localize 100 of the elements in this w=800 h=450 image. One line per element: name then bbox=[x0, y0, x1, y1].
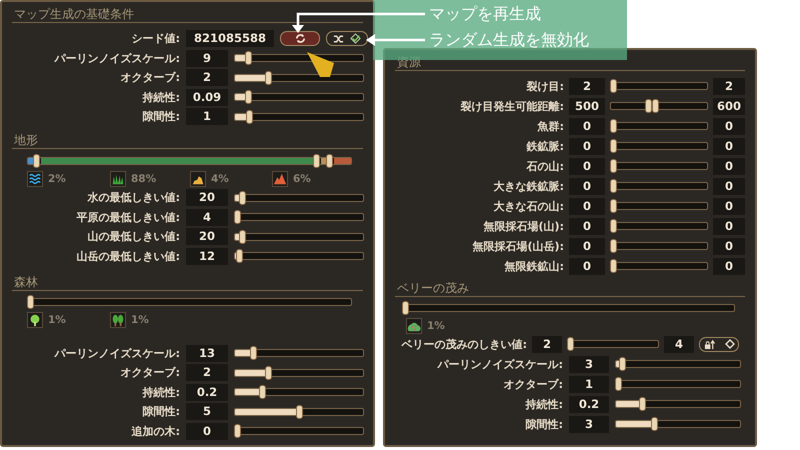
slider-thumb[interactable] bbox=[610, 259, 617, 273]
slider[interactable] bbox=[610, 179, 708, 193]
slider[interactable] bbox=[610, 259, 708, 273]
slider-thumb[interactable] bbox=[644, 99, 652, 113]
slider[interactable] bbox=[234, 404, 364, 419]
slider-thumb[interactable] bbox=[610, 179, 617, 193]
slider-thumb[interactable] bbox=[610, 239, 617, 253]
slider[interactable] bbox=[615, 357, 741, 371]
slider-thumb[interactable] bbox=[238, 190, 246, 205]
slider[interactable] bbox=[234, 385, 364, 400]
value-field[interactable]: 0 bbox=[569, 118, 605, 134]
value-field[interactable]: 0 bbox=[713, 258, 745, 274]
slider[interactable] bbox=[27, 295, 352, 309]
slider[interactable] bbox=[234, 190, 364, 205]
slider-thumb[interactable] bbox=[618, 357, 626, 371]
slider-thumb[interactable] bbox=[638, 397, 646, 411]
slider[interactable] bbox=[610, 159, 708, 173]
value-field[interactable]: 3 bbox=[569, 416, 609, 432]
value-field[interactable]: 1 bbox=[569, 376, 609, 392]
slider[interactable] bbox=[610, 119, 708, 133]
slider-thumb[interactable] bbox=[610, 219, 617, 233]
slider[interactable] bbox=[234, 366, 364, 380]
slider[interactable] bbox=[234, 249, 364, 264]
slider[interactable] bbox=[610, 79, 708, 93]
slider-thumb[interactable] bbox=[27, 295, 34, 309]
slider[interactable] bbox=[610, 139, 708, 153]
slider[interactable] bbox=[610, 199, 708, 213]
randomize-toggle-button[interactable] bbox=[326, 31, 368, 46]
slider[interactable] bbox=[234, 90, 364, 104]
value-field[interactable]: 0 bbox=[569, 258, 605, 274]
slider-thumb[interactable] bbox=[245, 51, 252, 66]
slider[interactable] bbox=[234, 210, 364, 224]
slider[interactable] bbox=[234, 230, 364, 244]
slider[interactable] bbox=[610, 239, 708, 253]
slider-thumb[interactable] bbox=[402, 301, 409, 315]
slider[interactable] bbox=[615, 417, 741, 431]
slider[interactable] bbox=[615, 397, 741, 411]
value-field[interactable]: 0.2 bbox=[569, 396, 609, 412]
value-field[interactable]: 5 bbox=[186, 403, 228, 420]
slider-thumb[interactable] bbox=[258, 385, 266, 400]
value-field[interactable]: 9 bbox=[186, 50, 228, 67]
value-field[interactable]: 0.09 bbox=[186, 88, 228, 106]
value-field[interactable]: 0 bbox=[569, 218, 605, 234]
slider[interactable] bbox=[402, 301, 735, 315]
slider-thumb[interactable] bbox=[245, 90, 252, 104]
slider-thumb[interactable] bbox=[246, 110, 254, 124]
slider-thumb[interactable] bbox=[326, 154, 333, 168]
value-field[interactable]: 4 bbox=[664, 336, 694, 352]
slider[interactable] bbox=[610, 219, 708, 233]
slider[interactable] bbox=[610, 99, 708, 113]
slider-thumb[interactable] bbox=[652, 99, 659, 113]
slider[interactable] bbox=[234, 70, 364, 85]
slider-thumb[interactable] bbox=[610, 139, 617, 153]
slider-thumb[interactable] bbox=[238, 230, 246, 244]
slider[interactable] bbox=[234, 110, 364, 124]
value-field[interactable]: 0 bbox=[569, 178, 605, 194]
value-field[interactable]: 0 bbox=[713, 238, 745, 254]
slider-thumb[interactable] bbox=[650, 417, 658, 431]
value-field[interactable]: 20 bbox=[186, 228, 228, 246]
value-field[interactable]: 0 bbox=[713, 118, 745, 134]
value-field[interactable]: 4 bbox=[186, 208, 228, 226]
slider-thumb[interactable] bbox=[610, 119, 617, 133]
regenerate-button[interactable] bbox=[280, 31, 320, 46]
slider[interactable] bbox=[234, 346, 364, 360]
value-field[interactable]: 0 bbox=[569, 198, 605, 214]
value-field[interactable]: 0 bbox=[713, 158, 745, 174]
value-field[interactable]: 0 bbox=[569, 158, 605, 174]
slider[interactable] bbox=[567, 337, 659, 351]
value-field[interactable]: 0 bbox=[713, 178, 745, 194]
slider-thumb[interactable] bbox=[313, 154, 320, 168]
slider-thumb[interactable] bbox=[296, 404, 302, 419]
slider-thumb[interactable] bbox=[615, 377, 622, 391]
value-field[interactable]: 600 bbox=[713, 98, 745, 114]
value-field[interactable]: 20 bbox=[186, 189, 228, 206]
lock-button[interactable] bbox=[699, 336, 739, 352]
value-field[interactable]: 0 bbox=[569, 238, 605, 254]
value-field[interactable]: 2 bbox=[186, 69, 228, 86]
slider-thumb[interactable] bbox=[610, 79, 617, 93]
value-field[interactable]: 0 bbox=[569, 138, 605, 154]
value-field[interactable]: 0 bbox=[713, 218, 745, 234]
slider-thumb[interactable] bbox=[264, 70, 272, 85]
value-field[interactable]: 0 bbox=[186, 422, 228, 440]
value-field[interactable]: 2 bbox=[186, 364, 228, 382]
slider-thumb[interactable] bbox=[610, 159, 617, 173]
slider[interactable] bbox=[615, 377, 741, 391]
value-field[interactable]: 0.2 bbox=[186, 384, 228, 401]
slider-thumb[interactable] bbox=[236, 249, 244, 264]
slider[interactable] bbox=[234, 424, 364, 438]
slider[interactable] bbox=[27, 154, 352, 168]
value-field[interactable]: 2 bbox=[532, 336, 562, 352]
value-field[interactable]: 0 bbox=[713, 198, 745, 214]
value-field[interactable]: 3 bbox=[569, 356, 609, 372]
value-field[interactable]: 2 bbox=[713, 78, 745, 94]
slider-thumb[interactable] bbox=[610, 199, 617, 213]
slider-thumb[interactable] bbox=[264, 366, 272, 380]
slider-thumb[interactable] bbox=[250, 346, 257, 360]
slider-thumb[interactable] bbox=[234, 424, 241, 438]
value-field[interactable]: 13 bbox=[186, 344, 228, 362]
value-field[interactable]: 500 bbox=[569, 98, 605, 114]
value-field[interactable]: 2 bbox=[569, 78, 605, 94]
